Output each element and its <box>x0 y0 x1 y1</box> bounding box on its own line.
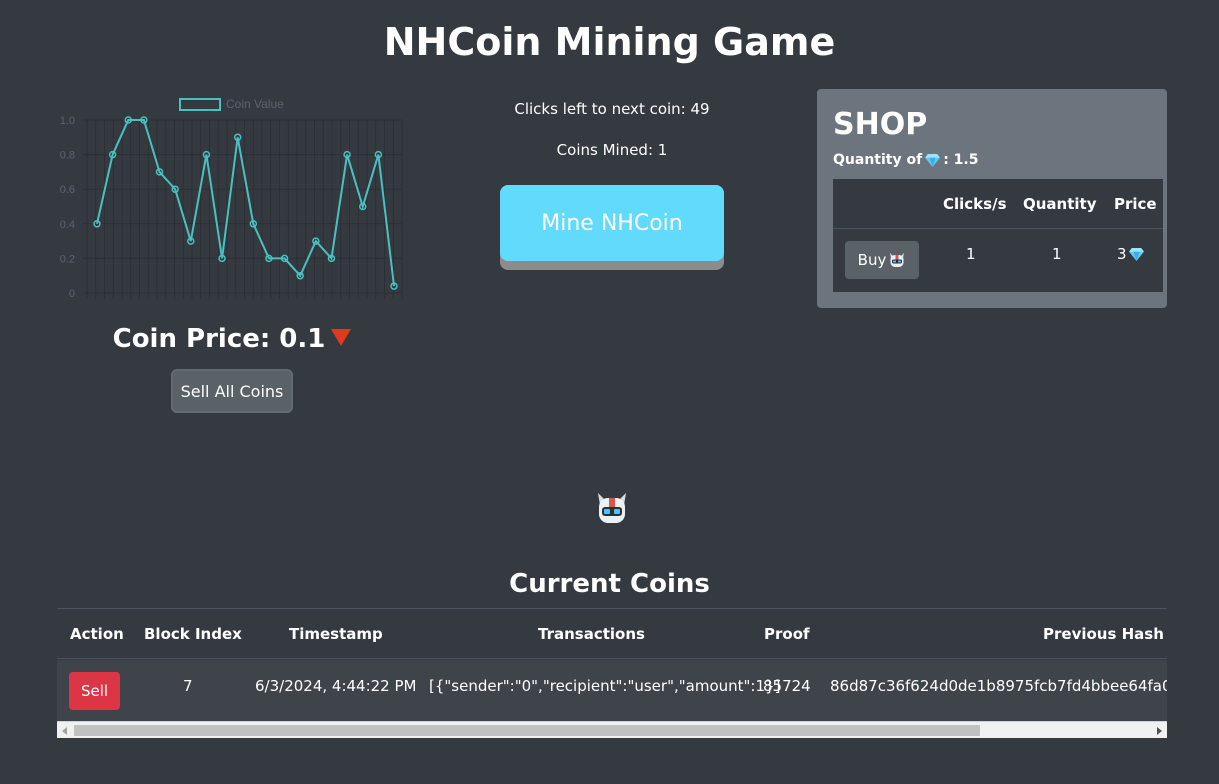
table-row: Sell 7 6/3/2024, 4:44:22 PM [{"sender":"… <box>57 660 1167 721</box>
cell-transactions: [{"sender":"0","recipient":"user","amoun… <box>429 677 781 695</box>
col-timestamp: Timestamp <box>289 625 383 643</box>
robot-icon <box>598 493 626 523</box>
cell-previous-hash: 86d87c36f624d0de1b8975fcb7fd4bbee64fa099… <box>830 677 1167 695</box>
legend-swatch <box>179 98 221 111</box>
col-block-index: Block Index <box>144 625 242 643</box>
shop-table-header: Clicks/s Quantity Price <box>833 179 1163 229</box>
coin-price-label: Coin Price: 0.1 <box>112 324 326 354</box>
sell-all-coins-button[interactable]: Sell All Coins <box>171 369 293 413</box>
y-tick-label: 0.4 <box>60 219 75 231</box>
y-tick-label: 0.6 <box>60 184 75 196</box>
clicks-left-text: Clicks left to next coin: 49 <box>514 100 710 118</box>
sell-coin-button[interactable]: Sell <box>69 672 120 710</box>
coins-mined-text: Coins Mined: 1 <box>556 141 668 159</box>
robot-icon <box>890 253 905 267</box>
shop-col-clicks: Clicks/s <box>943 195 1007 213</box>
shop-col-quantity: Quantity <box>1023 195 1097 213</box>
cell-proof: 85724 <box>763 677 811 695</box>
shop-row-clicks: 1 <box>966 245 976 263</box>
y-tick-label: 0 <box>69 288 75 300</box>
shop-title: SHOP <box>833 107 928 142</box>
cell-block-index: 7 <box>183 677 193 695</box>
horizontal-scrollbar[interactable] <box>57 721 1167 738</box>
shop-quantity: Quantity of : 1.5 <box>833 152 978 168</box>
y-tick-label: 0.2 <box>60 253 75 265</box>
shop-quantity-value: : 1.5 <box>943 152 979 168</box>
shop-panel: SHOP Quantity of : 1.5 Clicks/s Quantity… <box>817 89 1167 308</box>
shop-col-price: Price <box>1114 195 1157 213</box>
current-coins-title: Current Coins <box>509 569 710 599</box>
buy-button[interactable]: Buy <box>845 241 919 279</box>
mine-button[interactable]: Mine NHCoin <box>500 185 724 261</box>
col-transactions: Transactions <box>538 625 645 643</box>
shop-row-price-value: 3 <box>1117 245 1127 263</box>
buy-button-label: Buy <box>857 251 887 269</box>
col-proof: Proof <box>764 625 810 643</box>
page-title: NHCoin Mining Game <box>383 20 836 64</box>
cell-timestamp: 6/3/2024, 4:44:22 PM <box>255 677 417 695</box>
gem-icon <box>1128 247 1144 261</box>
legend-label: Coin Value <box>226 97 284 111</box>
col-previous-hash: Previous Hash <box>1043 625 1164 643</box>
y-tick-label: 1.0 <box>60 115 75 127</box>
col-action: Action <box>70 625 124 643</box>
chart-svg: 1.0 0.8 0.6 0.4 0.2 0 Coin Value <box>60 97 403 300</box>
y-tick-label: 0.8 <box>60 150 75 162</box>
gem-icon <box>925 153 941 167</box>
scroll-right-icon[interactable] <box>1157 727 1162 735</box>
shop-row-price: 3 <box>1117 245 1144 263</box>
scrollbar-thumb[interactable] <box>74 725 980 736</box>
coins-table: Action Block Index Timestamp Transaction… <box>57 608 1167 721</box>
shop-quantity-label: Quantity of <box>833 152 923 168</box>
price-down-icon <box>331 329 352 346</box>
coins-table-header: Action Block Index Timestamp Transaction… <box>57 609 1167 659</box>
shop-row-quantity: 1 <box>1052 245 1062 263</box>
coin-price: Coin Price: 0.1 <box>57 324 407 354</box>
shop-table: Clicks/s Quantity Price Buy 1 1 3 <box>833 179 1163 292</box>
scroll-left-icon[interactable] <box>62 727 67 735</box>
coin-value-chart: 1.0 0.8 0.6 0.4 0.2 0 Coin Value <box>55 92 415 307</box>
